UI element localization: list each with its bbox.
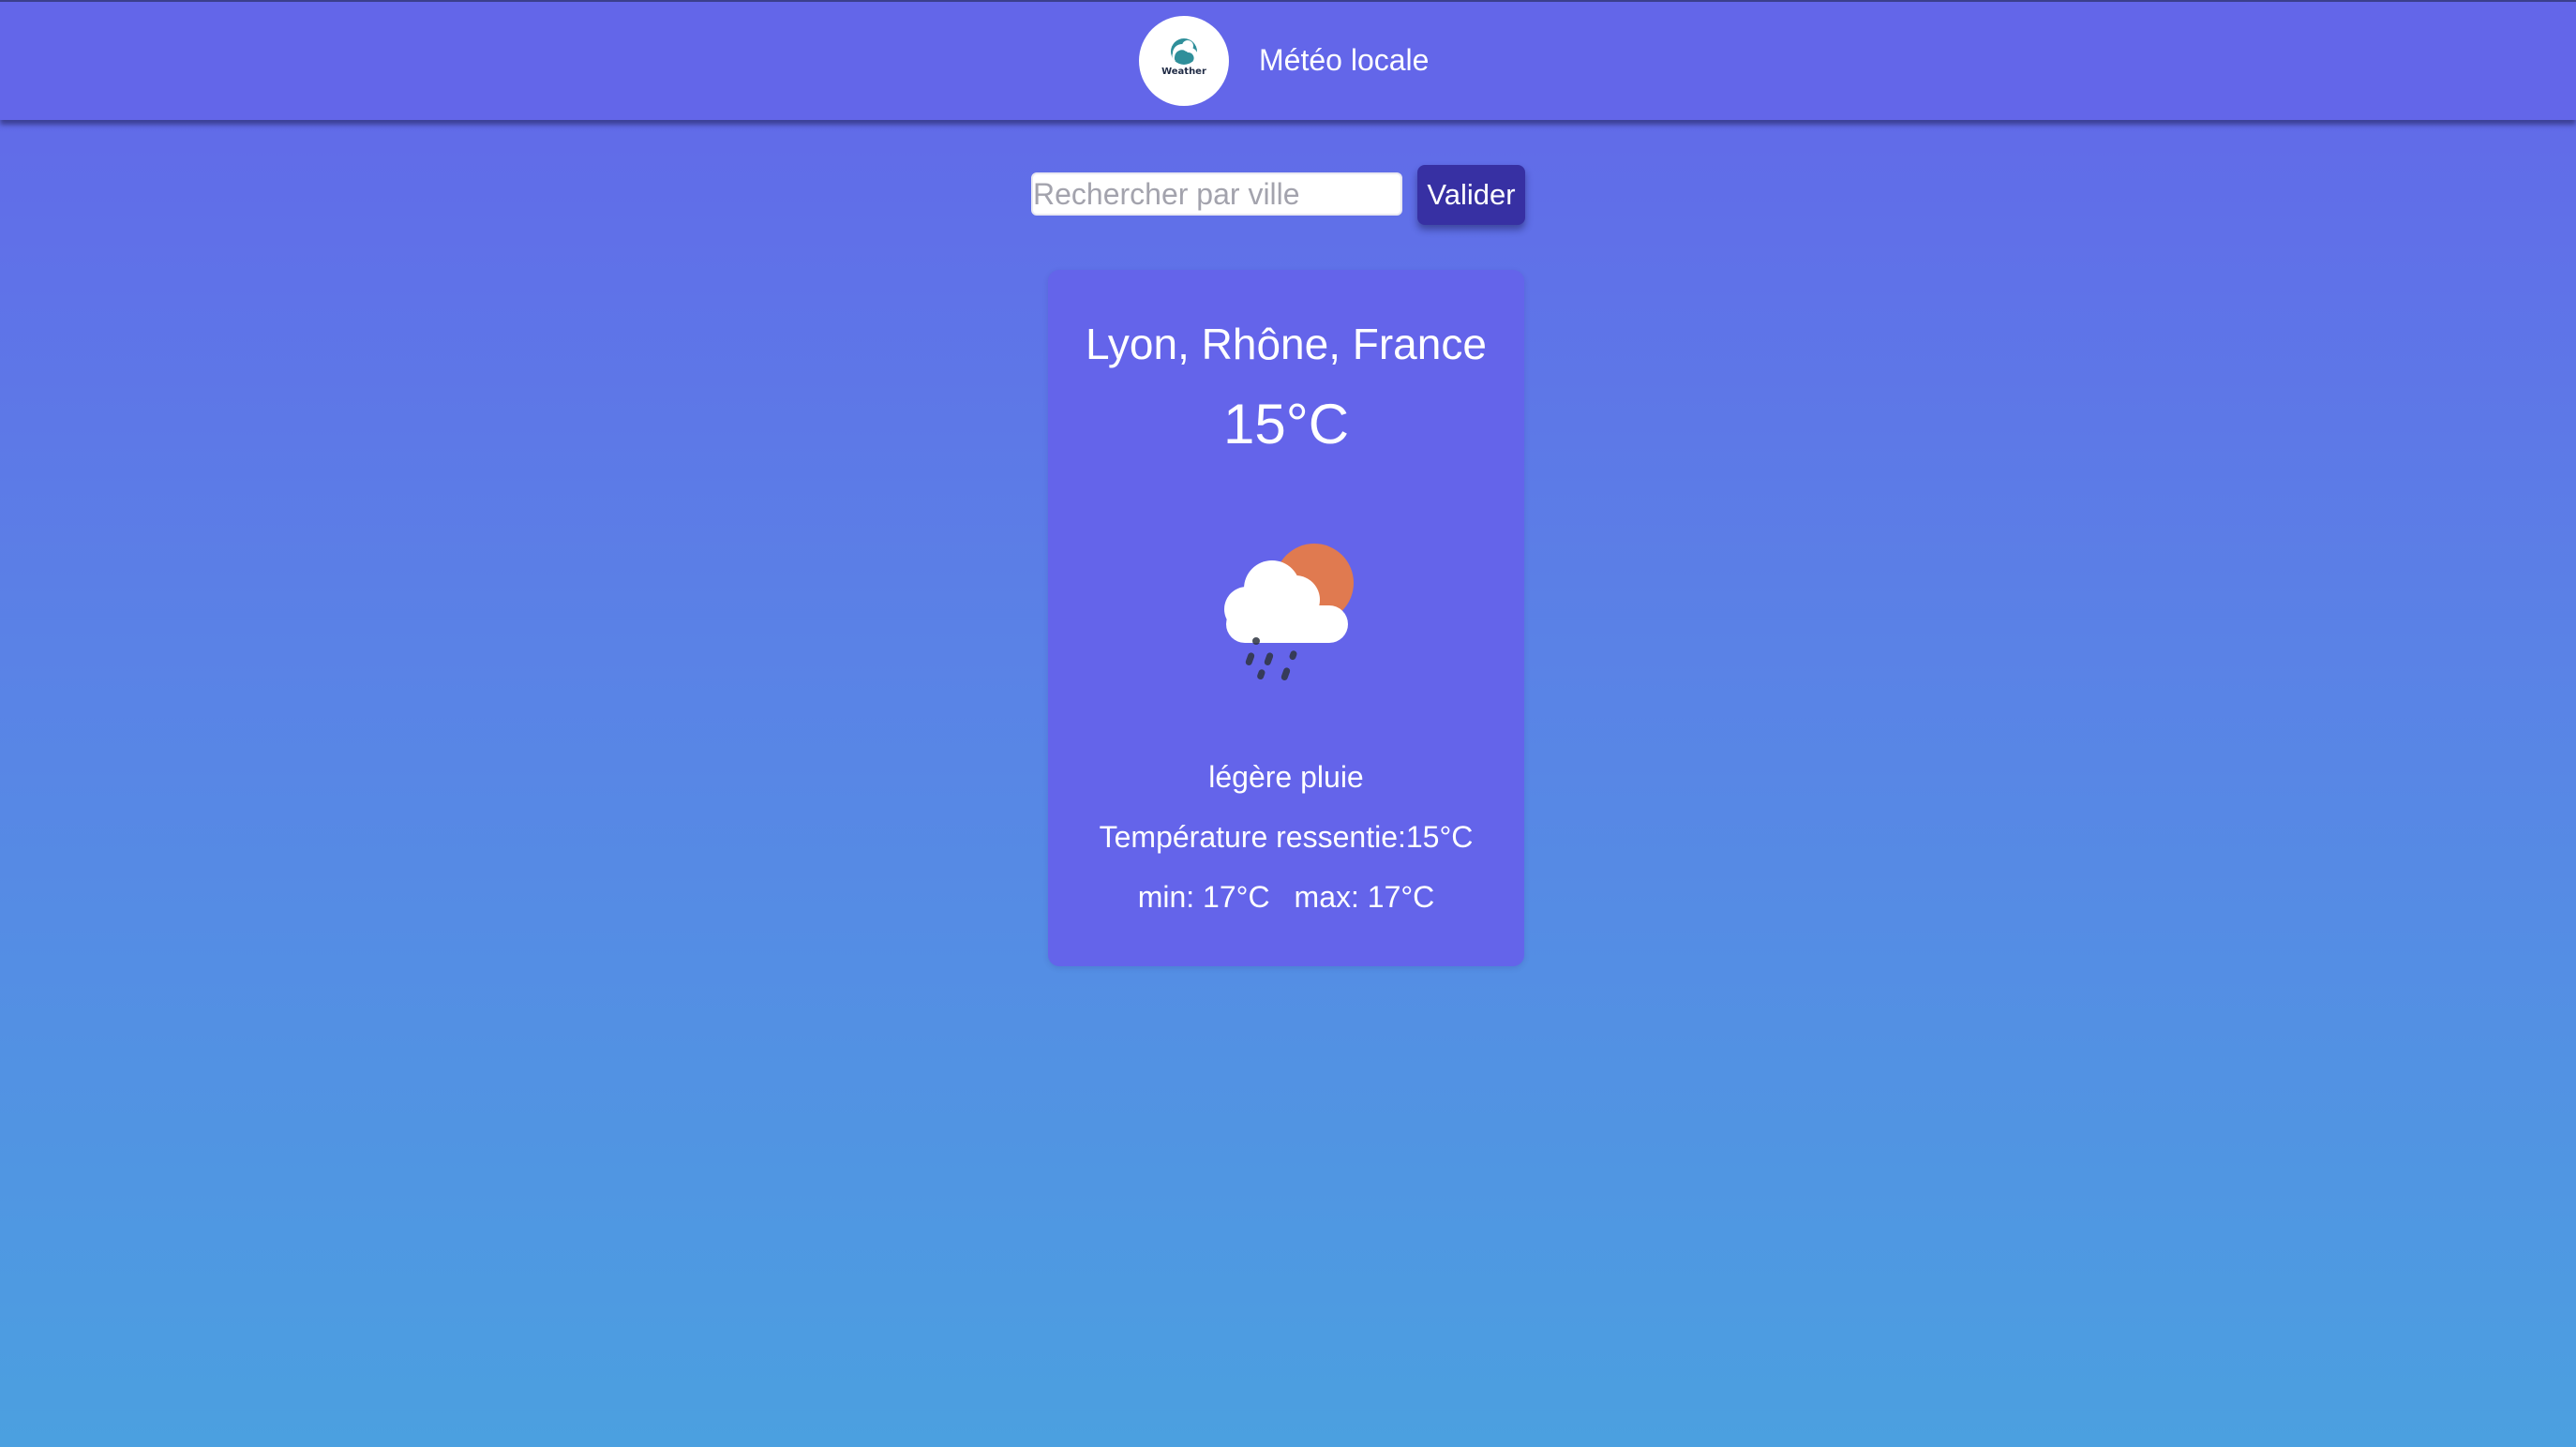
app-title: Météo locale <box>1259 43 1430 77</box>
app-header: Weather Météo locale <box>0 0 2576 120</box>
location-name: Lyon, Rhône, France <box>1086 320 1487 368</box>
weather-description: légère pluie <box>1208 760 1364 794</box>
logo-text: Weather <box>1161 67 1206 77</box>
city-search-input[interactable] <box>1031 172 1402 216</box>
current-temperature: 15°C <box>1222 393 1350 455</box>
app-logo[interactable]: Weather <box>1139 16 1229 106</box>
min-max-temperature: min: 17°C max: 17°C <box>1048 880 1524 915</box>
weather-logo-icon <box>1171 38 1198 65</box>
feels-like-temperature: Température ressentie:15°C <box>1099 820 1474 854</box>
validate-button[interactable]: Valider <box>1417 165 1525 225</box>
max-temperature: max: 17°C <box>1294 880 1435 914</box>
weather-card: Lyon, Rhône, France 15°C légère pluie Te… <box>1048 270 1524 966</box>
min-temperature: min: 17°C <box>1137 880 1270 914</box>
cloud-sun-rain-icon <box>1224 544 1354 680</box>
